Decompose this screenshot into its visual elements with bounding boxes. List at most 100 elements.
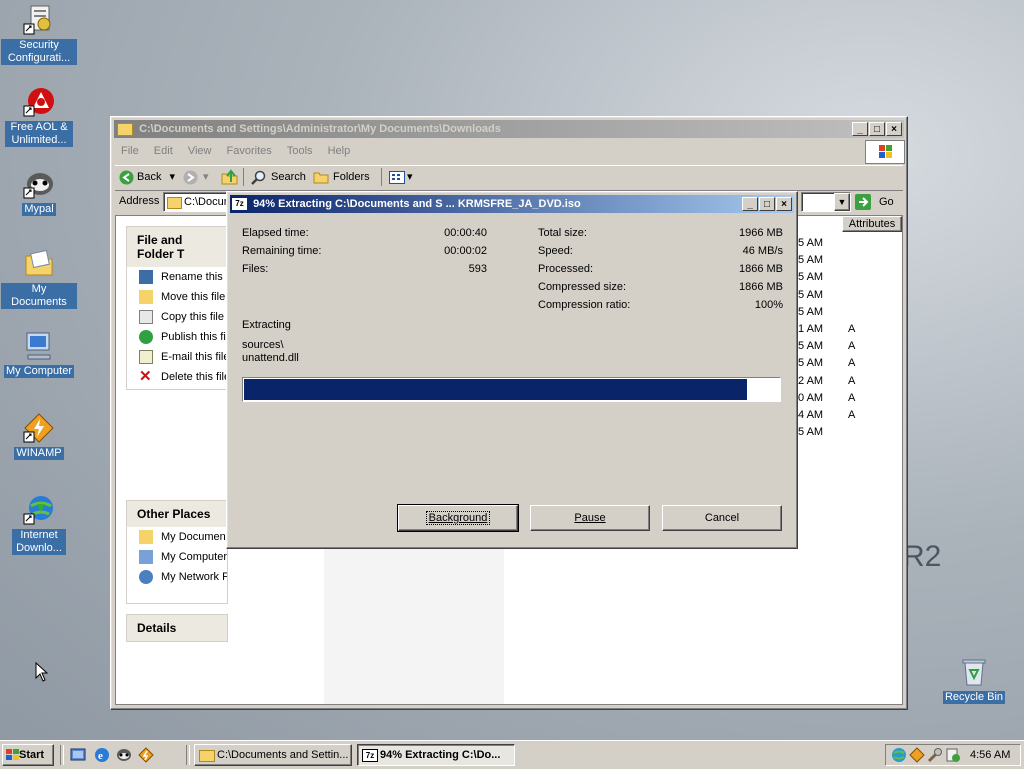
task-publish[interactable]: Publish this fil: [127, 327, 227, 347]
views-dropdown-icon: ▾: [407, 171, 413, 183]
file-row-modified: 5 AM: [798, 305, 824, 318]
winamp-launch-icon[interactable]: [138, 747, 154, 763]
file-row[interactable]: 4 AM A: [798, 407, 898, 423]
back-button[interactable]: Back ▾: [119, 166, 175, 188]
file-row[interactable]: 5 AM A: [798, 338, 898, 354]
menu-view[interactable]: View: [182, 142, 218, 160]
menu-favorites[interactable]: Favorites: [221, 142, 278, 160]
dialog-minimize-button[interactable]: _: [742, 197, 758, 211]
dialog-title: 94% Extracting C:\Documents and S ... KR…: [253, 198, 581, 210]
file-row-modified: 5 AM: [798, 254, 824, 267]
details-panel[interactable]: Details: [126, 614, 228, 642]
menu-edit[interactable]: Edit: [148, 142, 179, 160]
file-row[interactable]: 5 AM: [798, 287, 898, 303]
compression-ratio-label: Compression ratio:: [538, 299, 631, 311]
desktop-icon-label: WINAMP: [14, 447, 64, 460]
desktop-icon-label: Security Configurati...: [1, 39, 77, 65]
tools-tray-icon[interactable]: [927, 747, 943, 763]
menu-help[interactable]: Help: [322, 142, 357, 160]
copy-icon: [139, 310, 153, 324]
background-button[interactable]: Background: [397, 504, 519, 532]
views-icon: [389, 171, 405, 184]
place-my-documents[interactable]: My Document: [127, 527, 227, 547]
dialog-maximize-button[interactable]: □: [759, 197, 775, 211]
desktop-icon-aol[interactable]: Free AOL & Unlimited...: [1, 86, 77, 147]
maximize-button[interactable]: □: [869, 122, 885, 136]
back-dropdown-icon[interactable]: ▾: [169, 171, 175, 183]
explorer-titlebar[interactable]: C:\Documents and Settings\Administrator\…: [114, 120, 904, 138]
windows-flag-icon: [6, 749, 19, 760]
file-row[interactable]: 5 AM: [798, 252, 898, 268]
back-label: Back: [137, 171, 162, 183]
task-move[interactable]: Move this file: [127, 287, 227, 307]
file-row[interactable]: 2 AM A: [798, 373, 898, 389]
winamp-tray-icon[interactable]: [909, 747, 925, 763]
place-my-computer[interactable]: My Computer: [127, 547, 227, 567]
file-row[interactable]: 5 AM: [798, 304, 898, 320]
desktop-icon-security-config[interactable]: Security Configurati...: [1, 4, 77, 65]
folders-button[interactable]: Folders: [313, 166, 370, 188]
start-button[interactable]: Start: [2, 744, 54, 766]
dialog-close-button[interactable]: ×: [776, 197, 792, 211]
rename-icon: [139, 270, 153, 284]
internet-explorer-icon[interactable]: e: [94, 747, 110, 763]
desktop-icon-internet-download[interactable]: Internet Downlo...: [1, 494, 77, 555]
cancel-button[interactable]: Cancel: [662, 505, 782, 531]
internet-download-icon: [23, 494, 55, 526]
go-button[interactable]: Go: [855, 192, 899, 212]
remaining-time-label: Remaining time:: [242, 245, 322, 257]
desktop-icon-mypal[interactable]: Mypal: [1, 168, 77, 216]
taskbar-button-extract[interactable]: 7z 94% Extracting C:\Do...: [357, 744, 515, 766]
desktop-icon-winamp[interactable]: WINAMP: [1, 412, 77, 460]
extract-progress-bar: [242, 377, 781, 402]
desktop-icon-my-documents[interactable]: My Documents: [1, 248, 77, 309]
column-header-attributes[interactable]: Attributes: [842, 216, 902, 232]
menu-file[interactable]: File: [115, 142, 145, 160]
close-button[interactable]: ×: [886, 122, 902, 136]
extract-progress-dialog: 7z 94% Extracting C:\Documents and S ...…: [226, 191, 798, 549]
dialog-titlebar[interactable]: 7z 94% Extracting C:\Documents and S ...…: [230, 195, 794, 213]
views-button[interactable]: ▾: [389, 166, 413, 188]
content-shadow-strip: [324, 528, 504, 704]
back-arrow-icon: [119, 170, 134, 185]
forward-dropdown-icon[interactable]: ▾: [203, 171, 209, 183]
search-button[interactable]: Search: [251, 166, 306, 188]
taskbar-button-explorer[interactable]: C:\Documents and Settin...: [194, 744, 352, 766]
file-row-attributes: A: [848, 409, 856, 421]
file-row[interactable]: 5 AM: [798, 235, 898, 251]
file-row[interactable]: 5 AM: [798, 424, 898, 440]
folder-icon: [199, 750, 215, 762]
svg-text:e: e: [98, 750, 103, 762]
move-icon: [139, 290, 153, 304]
mypal-launch-icon[interactable]: [116, 747, 132, 763]
compression-ratio-value: 100%: [754, 299, 783, 311]
address-dropdown-button[interactable]: ▼: [834, 193, 850, 211]
task-delete[interactable]: ✕ Delete this file: [127, 367, 227, 387]
security-tray-icon[interactable]: [945, 747, 961, 763]
address-input[interactable]: C:\Docum: [163, 192, 231, 212]
minimize-button[interactable]: _: [852, 122, 868, 136]
network-globe-icon[interactable]: [891, 747, 907, 763]
desktop-icon-recycle-bin[interactable]: Recycle Bin: [936, 656, 1012, 704]
elapsed-time-label: Elapsed time:: [242, 227, 309, 239]
place-my-network[interactable]: My Network P: [127, 567, 227, 587]
clock[interactable]: 4:56 AM: [970, 749, 1010, 761]
file-row-attributes: A: [848, 340, 856, 353]
file-row[interactable]: 0 AM A: [798, 390, 898, 406]
task-email[interactable]: E-mail this file: [127, 347, 227, 367]
file-row[interactable]: 5 AM: [798, 269, 898, 285]
pause-button[interactable]: Pause: [530, 505, 650, 531]
show-desktop-icon[interactable]: [70, 747, 86, 763]
menu-tools[interactable]: Tools: [281, 142, 319, 160]
desktop-icon-label: Recycle Bin: [942, 691, 1006, 704]
forward-button[interactable]: ▾: [183, 166, 209, 188]
file-row[interactable]: 5 AM A: [798, 355, 898, 371]
task-rename[interactable]: Rename this f: [127, 267, 227, 287]
task-copy[interactable]: Copy this file: [127, 307, 227, 327]
go-label: Go: [879, 196, 894, 208]
taskbar-explorer-label: C:\Documents and Settin...: [217, 749, 349, 761]
file-row[interactable]: 1 AM A: [798, 321, 898, 337]
file-row-attributes: A: [848, 374, 856, 387]
address-input-tail[interactable]: ▼: [801, 192, 851, 212]
desktop-icon-my-computer[interactable]: My Computer: [1, 330, 77, 378]
